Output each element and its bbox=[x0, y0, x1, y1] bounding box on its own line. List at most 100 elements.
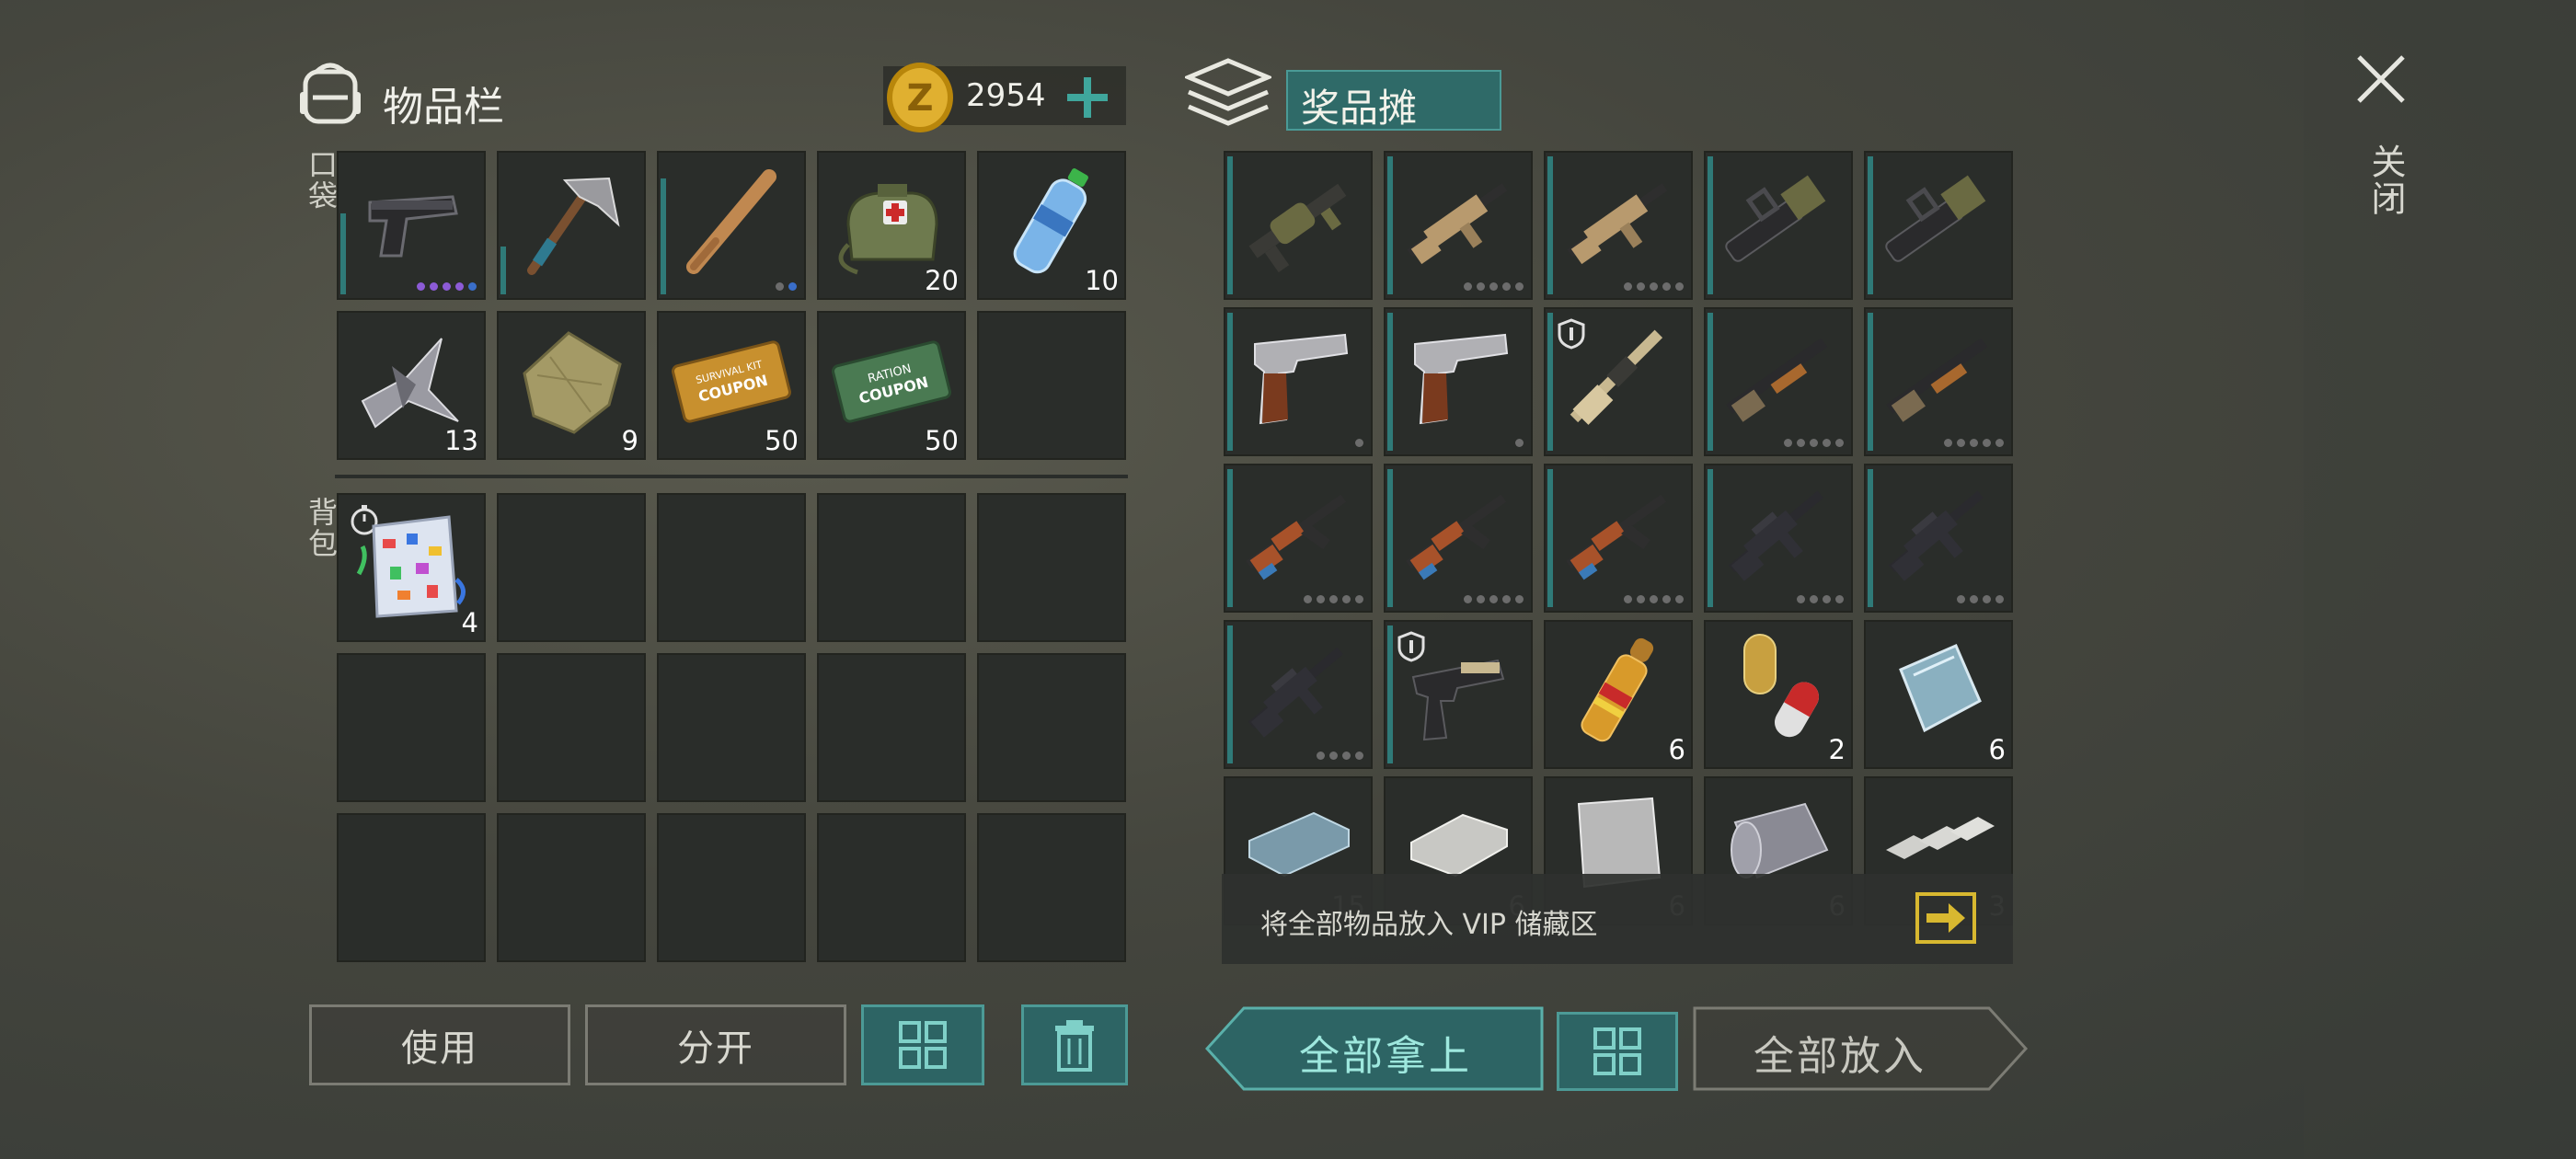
item-count: 2 bbox=[1828, 734, 1846, 765]
rarity-dots bbox=[1355, 439, 1363, 447]
delete-button[interactable] bbox=[1021, 1004, 1128, 1085]
durability-bar bbox=[1547, 313, 1553, 451]
pocket-divider bbox=[335, 475, 1128, 478]
pocket-slot-metal-scrap[interactable]: 13 bbox=[337, 311, 486, 460]
backpack-slot[interactable] bbox=[817, 653, 966, 802]
pistol-icon bbox=[368, 195, 458, 258]
backpack-slot[interactable] bbox=[337, 653, 486, 802]
pocket-slot-water-bottle[interactable]: 10 bbox=[977, 151, 1126, 300]
close-icon[interactable] bbox=[2355, 53, 2407, 105]
grid-sort-icon bbox=[1593, 1027, 1641, 1075]
backpack-slot[interactable] bbox=[817, 813, 966, 962]
durability-bar bbox=[1708, 469, 1713, 607]
backpack-slot[interactable] bbox=[977, 653, 1126, 802]
m16-rifle-icon bbox=[1248, 647, 1343, 738]
stall-slot-shotgun[interactable] bbox=[1864, 307, 2013, 456]
backpack-slot[interactable] bbox=[657, 653, 806, 802]
coin-amount: 2954 bbox=[966, 77, 1046, 114]
durability-bar bbox=[1387, 156, 1393, 294]
pocket-slot-medkit-bag[interactable]: 20 bbox=[817, 151, 966, 300]
vip-storage-bar[interactable]: 将全部物品放入 VIP 储藏区 bbox=[1222, 874, 2013, 964]
stall-sort-button[interactable] bbox=[1557, 1012, 1678, 1091]
stall-slot-pills[interactable]: 2 bbox=[1704, 620, 1853, 769]
ak-rifle-icon bbox=[1246, 494, 1347, 580]
item-count: 10 bbox=[1085, 265, 1119, 296]
use-button[interactable]: 使用 bbox=[309, 1004, 570, 1085]
item-count: 4 bbox=[461, 607, 478, 638]
metal-plate-icon bbox=[1899, 644, 1982, 733]
pocket-slot-pistol[interactable] bbox=[337, 151, 486, 300]
m16-rifle-icon bbox=[1888, 490, 1984, 581]
revolver-icon bbox=[1254, 333, 1349, 425]
stall-slot-m16-rifle[interactable] bbox=[1704, 464, 1853, 613]
pocket-slot-ration-coupon[interactable]: RATION COUPON 50 bbox=[817, 311, 966, 460]
stall-slot-ak-rifle[interactable] bbox=[1544, 464, 1693, 613]
backpack-slot[interactable] bbox=[977, 813, 1126, 962]
hatchet-icon bbox=[527, 177, 620, 275]
durability-bar bbox=[1387, 313, 1393, 451]
pocket-slot-baseball-bat[interactable] bbox=[657, 151, 806, 300]
pocket-slot-survival-kit-coupon[interactable]: SURVIVAL KIT COUPON 50 bbox=[657, 311, 806, 460]
durability-bar bbox=[1227, 469, 1233, 607]
stall-slot-minigun[interactable] bbox=[1864, 151, 2013, 300]
rifle-icon bbox=[1407, 183, 1508, 265]
backpack-slot[interactable] bbox=[337, 813, 486, 962]
rarity-dots bbox=[1624, 282, 1684, 291]
add-coins-plus-icon[interactable] bbox=[1065, 75, 1110, 120]
grenade-launcher-icon bbox=[1248, 183, 1347, 273]
ak-rifle-icon bbox=[1406, 494, 1507, 580]
backpack-slot-confetti-bag[interactable]: 4 bbox=[337, 493, 486, 642]
item-count: 13 bbox=[444, 425, 478, 456]
transfer-arrow-icon[interactable] bbox=[1914, 890, 1978, 946]
stall-slot-revolver[interactable] bbox=[1224, 307, 1373, 456]
durability-bar bbox=[1547, 156, 1553, 294]
confetti-bag-icon bbox=[356, 515, 466, 618]
pocket-slot-hatchet[interactable] bbox=[497, 151, 646, 300]
backpack-slot[interactable] bbox=[497, 813, 646, 962]
backpack-slot[interactable] bbox=[657, 493, 806, 642]
rarity-dots bbox=[1464, 282, 1524, 291]
minigun-icon bbox=[1725, 175, 1826, 262]
stall-slot-minigun[interactable] bbox=[1704, 151, 1853, 300]
stall-slot-shotgun[interactable] bbox=[1704, 307, 1853, 456]
stall-slot-metal-plate[interactable]: 6 bbox=[1864, 620, 2013, 769]
stall-slot-desert-eagle[interactable] bbox=[1384, 620, 1533, 769]
rarity-dots bbox=[1784, 439, 1844, 447]
svg-text:Z: Z bbox=[906, 77, 933, 120]
stall-slot-m16-rifle[interactable] bbox=[1864, 464, 2013, 613]
durability-bar bbox=[1227, 313, 1233, 451]
stall-slot-adrenaline[interactable]: 6 bbox=[1544, 620, 1693, 769]
rarity-dots bbox=[1944, 439, 2004, 447]
durability-bar bbox=[1708, 156, 1713, 294]
stall-slot-grenade-launcher[interactable] bbox=[1224, 151, 1373, 300]
backpack-slot[interactable] bbox=[817, 493, 966, 642]
stall-slot-ak-rifle[interactable] bbox=[1224, 464, 1373, 613]
revolver-icon bbox=[1414, 333, 1509, 425]
close-label[interactable]: 关闭 bbox=[2361, 143, 2411, 217]
m16-rifle-icon bbox=[1728, 490, 1823, 581]
shotgun-icon bbox=[1886, 338, 1988, 422]
stall-slot-m16-rifle[interactable] bbox=[1224, 620, 1373, 769]
sort-button[interactable] bbox=[861, 1004, 984, 1085]
stall-slot-rifle-tan[interactable] bbox=[1544, 151, 1693, 300]
stall-slot-rifle-tan[interactable] bbox=[1384, 151, 1533, 300]
backpack-slot[interactable] bbox=[497, 653, 646, 802]
pocket-slot-empty[interactable] bbox=[977, 311, 1126, 460]
durability-bar bbox=[1868, 156, 1873, 294]
durability-bar bbox=[1387, 469, 1393, 607]
backpack-slot[interactable] bbox=[657, 813, 806, 962]
pocket-slot-cloth[interactable]: 9 bbox=[497, 311, 646, 460]
desert-eagle-icon bbox=[1411, 659, 1505, 741]
ak-rifle-icon bbox=[1566, 494, 1667, 580]
split-button[interactable]: 分开 bbox=[585, 1004, 846, 1085]
backpack-slot[interactable] bbox=[497, 493, 646, 642]
stall-slot-shotgun-tan[interactable] bbox=[1544, 307, 1693, 456]
stall-slot-revolver[interactable] bbox=[1384, 307, 1533, 456]
backpack-slot[interactable] bbox=[977, 493, 1126, 642]
coin-icon: Z bbox=[887, 63, 953, 132]
item-count: 50 bbox=[925, 425, 959, 456]
stall-slot-ak-rifle[interactable] bbox=[1384, 464, 1533, 613]
take-all-label: 全部拿上 bbox=[1299, 1033, 1472, 1080]
cloth-icon bbox=[523, 331, 622, 434]
grid-sort-icon bbox=[899, 1021, 947, 1069]
